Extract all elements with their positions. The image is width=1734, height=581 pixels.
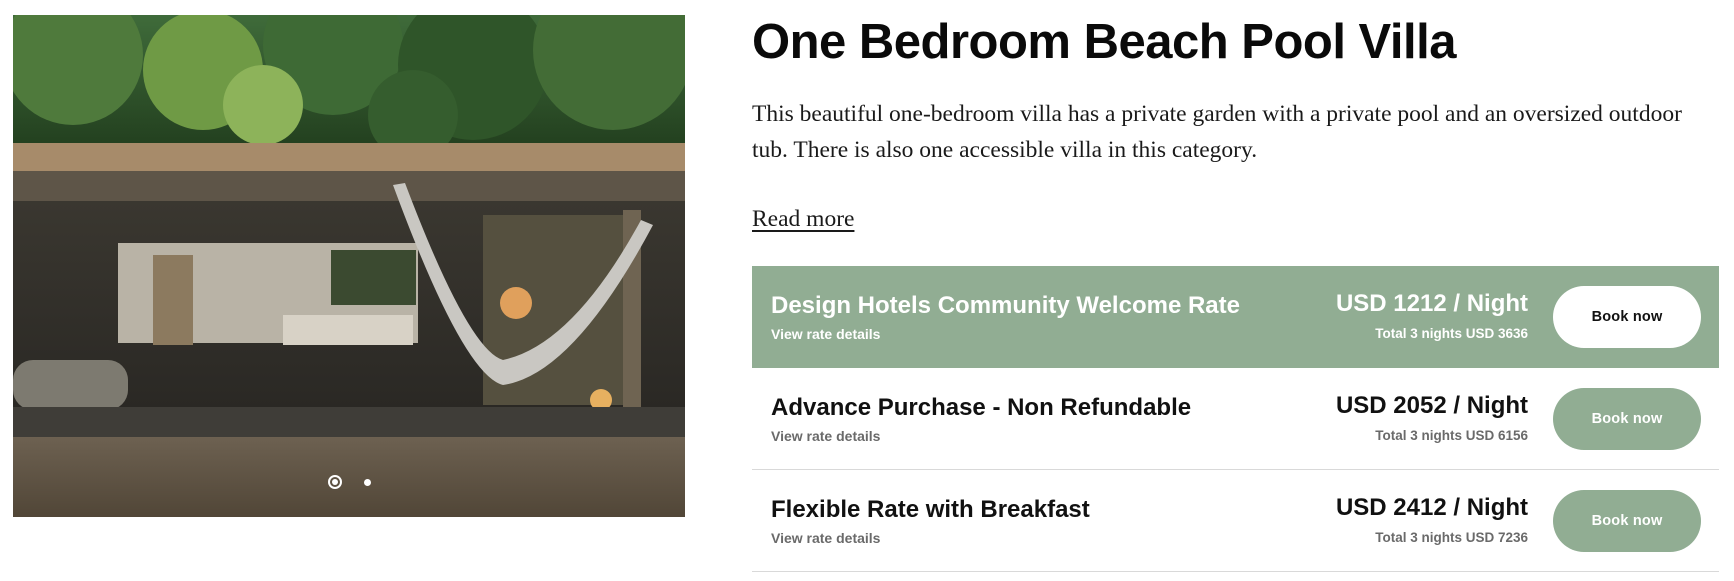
rate-name: Advance Purchase - Non Refundable [771, 394, 1192, 421]
room-description: This beautiful one-bedroom villa has a p… [752, 101, 1682, 163]
rate-list: Design Hotels Community Welcome Rate Vie… [752, 266, 1719, 572]
book-now-button[interactable]: Book now [1553, 286, 1701, 348]
rate-price: USD 2052 / Night [1335, 392, 1528, 419]
carousel-dot-2[interactable] [363, 478, 371, 486]
view-rate-details-link[interactable]: View rate details [771, 428, 880, 444]
carousel-dots [13, 475, 685, 489]
rate-price: USD 2412 / Night [1335, 494, 1528, 521]
rate-total: Total 3 nights USD 3636 [1375, 326, 1528, 341]
book-now-button[interactable]: Book now [1553, 490, 1701, 552]
room-title: One Bedroom Beach Pool Villa [752, 15, 1456, 69]
rate-total: Total 3 nights USD 7236 [1375, 530, 1528, 545]
carousel-dot-1[interactable] [327, 475, 342, 489]
rate-row-advance-purchase: Advance Purchase - Non Refundable View r… [752, 368, 1719, 470]
rate-price: USD 1212 / Night [1335, 290, 1528, 317]
rate-row-welcome: Design Hotels Community Welcome Rate Vie… [752, 266, 1719, 368]
room-image-gallery[interactable] [13, 15, 685, 517]
view-rate-details-link[interactable]: View rate details [771, 326, 880, 342]
rate-row-flexible: Flexible Rate with Breakfast View rate d… [752, 470, 1719, 572]
read-more-link[interactable]: Read more [752, 206, 854, 233]
rate-name: Flexible Rate with Breakfast [771, 496, 1090, 523]
villa-photo [13, 15, 685, 517]
rate-total: Total 3 nights USD 6156 [1375, 428, 1528, 443]
rate-name: Design Hotels Community Welcome Rate [771, 292, 1240, 319]
view-rate-details-link[interactable]: View rate details [771, 530, 880, 546]
book-now-button[interactable]: Book now [1553, 388, 1701, 450]
